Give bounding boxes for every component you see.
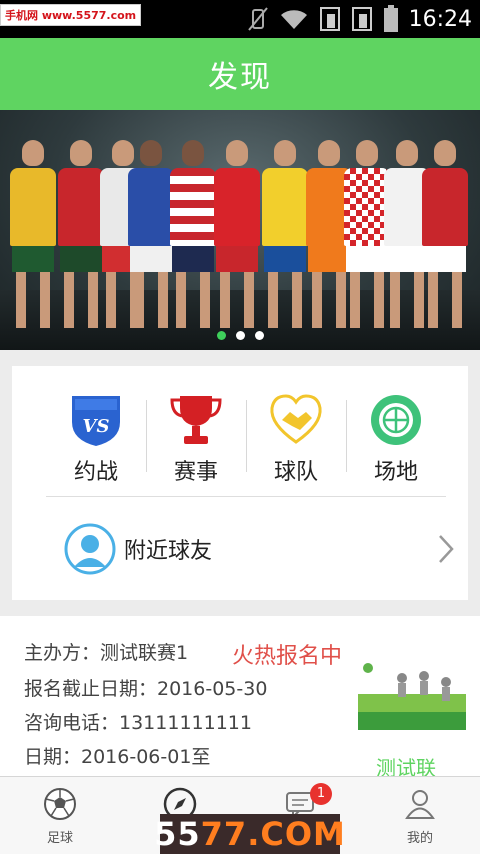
tab-label: 我的 (406, 831, 433, 846)
event-phone: 咨询电话：13111111111 (24, 712, 252, 734)
nearby-players-row[interactable]: 附近球友 (64, 522, 456, 576)
page-title: 发现 (208, 60, 272, 95)
basketball-icon (371, 395, 421, 445)
battery-icon (383, 5, 398, 32)
user-icon (405, 790, 435, 819)
category-label: 场地 (373, 460, 418, 485)
nearby-label: 附近球友 (124, 539, 213, 564)
handshake-heart-icon (270, 394, 322, 444)
vs-text: VS (83, 416, 110, 437)
status-bar: 手机网 www.5577.com 16:24 (0, 0, 480, 38)
carousel-dot[interactable] (254, 331, 264, 340)
tab-label: 足球 (46, 831, 73, 846)
divider (46, 496, 446, 497)
title-bar: 发现 (0, 38, 480, 110)
watermark-text-1: 55 (154, 815, 201, 853)
chevron-right-icon (439, 535, 454, 563)
tab-mine[interactable]: 我的 (360, 777, 480, 854)
banner-player (262, 140, 308, 328)
event-date: 日期：2016-06-01至 (24, 746, 211, 768)
avatar-icon (64, 523, 116, 575)
event-list-item[interactable]: 主办方：测试联赛1 火热报名中 报名截止日期：2016-05-30 咨询电话：1… (0, 616, 480, 780)
banner-carousel[interactable] (0, 110, 480, 350)
event-thumbnail (358, 660, 466, 730)
category-venues[interactable]: 场地 (346, 392, 446, 492)
category-label: 赛事 (173, 460, 218, 485)
event-deadline: 报名截止日期：2016-05-30 (24, 678, 268, 700)
category-label: 球队 (273, 460, 318, 485)
banner-player (170, 140, 216, 328)
banner-player (58, 140, 104, 328)
banner-player (128, 140, 174, 328)
banner-player (214, 140, 260, 328)
event-organizer: 主办方：测试联赛1 (24, 642, 189, 664)
tab-football[interactable]: 足球 (0, 777, 120, 854)
category-challenge[interactable]: VS 约战 (46, 392, 146, 492)
signal-icon (319, 7, 340, 31)
carousel-dot[interactable] (235, 331, 245, 340)
watermark-logo: 55 77.COM (154, 814, 345, 854)
status-icons: 16:24 (247, 4, 472, 34)
vibrate-off-icon (247, 7, 268, 31)
trophy-icon (170, 396, 222, 444)
banner-player (10, 140, 56, 328)
soccer-ball-icon (44, 788, 76, 820)
banner-player (422, 140, 468, 328)
vs-shield-icon: VS (72, 396, 120, 446)
wifi-icon (280, 10, 307, 30)
watermark-text-2: 77.COM (200, 815, 346, 853)
carousel-indicator (0, 331, 480, 340)
unread-badge: 1 (310, 783, 332, 805)
watermark-label: 手机网 www.5577.com (0, 4, 142, 26)
category-label: 约战 (73, 460, 118, 485)
discover-card: VS 约战 赛事 球队 场地 附近球友 (12, 366, 468, 600)
category-events[interactable]: 赛事 (146, 392, 246, 492)
carousel-dot[interactable] (216, 331, 226, 340)
clock: 16:24 (408, 6, 472, 32)
category-grid: VS 约战 赛事 球队 场地 (46, 392, 446, 492)
category-teams[interactable]: 球队 (246, 392, 346, 492)
signal-icon-2 (351, 7, 372, 31)
event-status: 火热报名中 (232, 644, 343, 669)
